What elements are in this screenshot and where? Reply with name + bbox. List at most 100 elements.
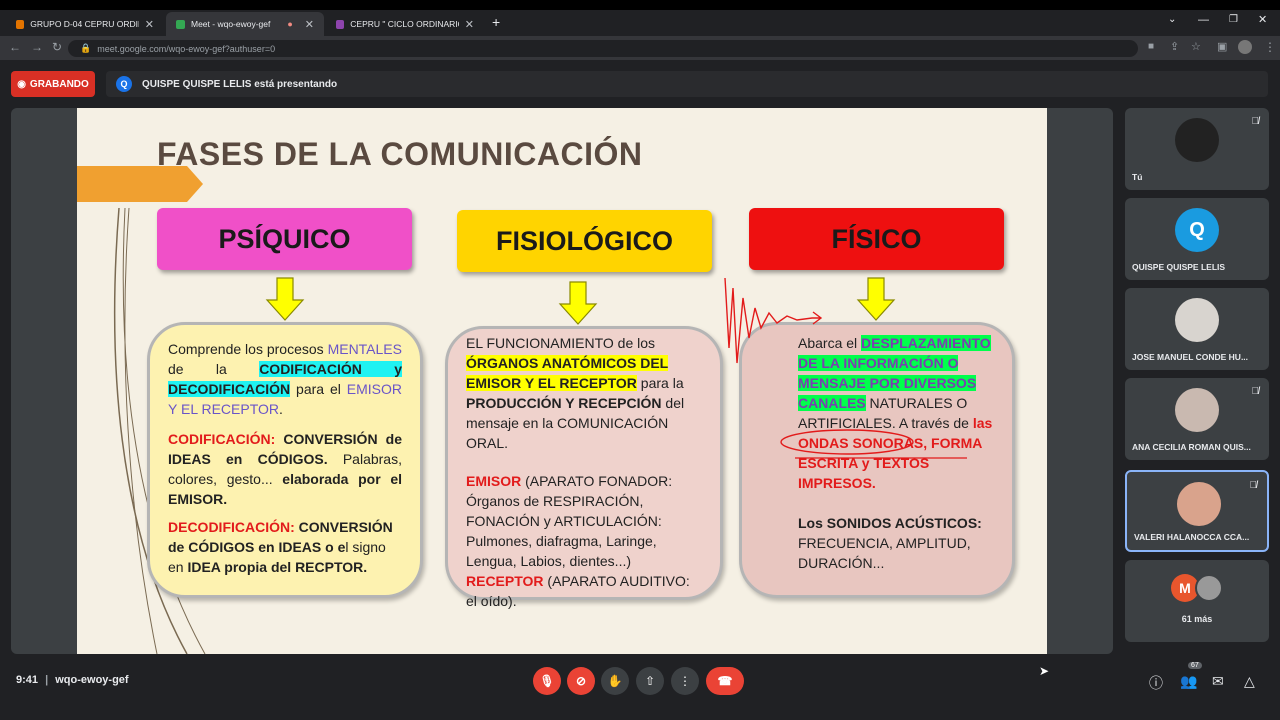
psiquico-card: Comprende los procesos MENTALES de la CO… bbox=[147, 322, 423, 598]
participant-name: VALERI HALANOCCA CCA... bbox=[1134, 532, 1250, 542]
share-icon[interactable]: ⇪ bbox=[1170, 40, 1179, 53]
meeting-info-icon[interactable]: ⓘ bbox=[1149, 673, 1163, 693]
mic-off-icon: 🎙̸ bbox=[1251, 386, 1260, 397]
activities-icon[interactable]: △ bbox=[1244, 673, 1255, 690]
fisiologico-box: FISIOLÓGICO bbox=[457, 210, 712, 272]
forward-icon[interactable]: → bbox=[31, 40, 43, 54]
browser-menu-icon[interactable]: ⋮ bbox=[1264, 40, 1276, 54]
profile-avatar[interactable] bbox=[1238, 40, 1252, 54]
close-tab-icon[interactable]: ✕ bbox=[465, 18, 474, 31]
psiquico-paragraph-2: CODIFICACIÓN: CONVERSIÓN de IDEAS en CÓD… bbox=[168, 429, 402, 509]
meeting-code: wqo-ewoy-gef bbox=[55, 674, 129, 686]
box-label: PSÍQUICO bbox=[218, 223, 351, 254]
participant-name: JOSE MANUEL CONDE HU... bbox=[1132, 352, 1249, 362]
back-icon[interactable]: ← bbox=[9, 40, 21, 54]
meeting-time: 9:41 | wqo-ewoy-gef bbox=[16, 674, 129, 686]
participant-tile-more[interactable]: M 61 más bbox=[1125, 560, 1269, 642]
text: para la bbox=[636, 375, 684, 391]
time: 9:41 bbox=[16, 674, 39, 686]
participant-tile[interactable]: Q QUISPE QUISPE LELIS bbox=[1125, 198, 1269, 280]
down-arrow-icon bbox=[856, 277, 896, 321]
avatar bbox=[1175, 298, 1219, 342]
chat-icon[interactable]: ✉ bbox=[1212, 673, 1224, 690]
participant-tile-self[interactable]: 🎙̸ Tú bbox=[1125, 108, 1269, 190]
mic-off-icon: 🎙̸ bbox=[1249, 480, 1258, 491]
participant-name: QUISPE QUISPE LELIS bbox=[1132, 262, 1226, 272]
participant-count-badge: 67 bbox=[1188, 662, 1202, 669]
psiquico-box: PSÍQUICO bbox=[157, 208, 412, 270]
text: de la bbox=[168, 361, 260, 377]
fisico-box: FÍSICO bbox=[749, 208, 1004, 270]
recording-indicator: ◉ GRABANDO bbox=[11, 71, 95, 97]
text: Comprende los procesos bbox=[168, 341, 328, 357]
text: . bbox=[279, 401, 283, 417]
down-arrow-icon bbox=[265, 277, 305, 321]
recording-label: GRABANDO bbox=[29, 78, 89, 90]
side-panel-icon[interactable]: ▣ bbox=[1217, 40, 1227, 53]
avatar bbox=[1177, 482, 1221, 526]
separator: | bbox=[45, 674, 49, 686]
tab-label: Meet - wqo-ewoy-gef bbox=[191, 19, 271, 29]
participant-name: Tú bbox=[1132, 172, 1143, 182]
mic-off-icon: 🎙̸ bbox=[1251, 116, 1260, 127]
participant-tile[interactable]: 🎙̸ ANA CECILIA ROMAN QUIS... bbox=[1125, 378, 1269, 460]
reload-icon[interactable]: ↻ bbox=[52, 40, 62, 54]
browser-tab-2[interactable]: Meet - wqo-ewoy-gef ● ✕ bbox=[166, 12, 324, 36]
url-field[interactable]: 🔒 meet.google.com/wqo-ewoy-gef?authuser=… bbox=[68, 40, 1138, 57]
presenting-text: QUISPE QUISPE LELIS está presentando bbox=[142, 78, 338, 90]
tab-label: GRUPO D-04 CEPRU ORDINARIO bbox=[30, 19, 139, 29]
presenting-banner: Q QUISPE QUISPE LELIS está presentando bbox=[106, 71, 1268, 97]
more-options-button[interactable]: ⋮ bbox=[671, 667, 699, 695]
browser-tab-3[interactable]: CEPRU " CICLO ORDINARIO 2023 ✕ bbox=[326, 12, 484, 36]
text: IDEA propia del RECPTOR. bbox=[183, 559, 368, 575]
url-text: meet.google.com/wqo-ewoy-gef?authuser=0 bbox=[97, 43, 276, 54]
box-label: FÍSICO bbox=[831, 223, 922, 254]
text: FRECUENCIA, AMPLITUD, DURACIÓN... bbox=[798, 535, 971, 571]
shared-slide: FASES DE LA COMUNICACIÓN PSÍQUICO FISIOL… bbox=[77, 108, 1047, 654]
participant-tile-pinned[interactable]: 🎙̸ VALERI HALANOCCA CCA... bbox=[1125, 470, 1269, 552]
slide-title: FASES DE LA COMUNICACIÓN bbox=[157, 136, 643, 172]
fisiologico-paragraph-3: RECEPTOR (APARATO AUDITIVO: el oído). bbox=[466, 571, 702, 611]
text: RECEPTOR bbox=[466, 573, 544, 589]
camera-off-button[interactable]: ⊘ bbox=[567, 667, 595, 695]
fisiologico-paragraph-1: EL FUNCIONAMIENTO de los ÓRGANOS ANATÓMI… bbox=[466, 333, 702, 453]
close-tab-icon[interactable]: ✕ bbox=[305, 18, 314, 31]
avatar bbox=[1175, 388, 1219, 432]
avatar bbox=[1195, 574, 1223, 602]
bookmark-star-icon[interactable]: ☆ bbox=[1191, 40, 1201, 53]
tab-favicon-icon bbox=[336, 19, 345, 29]
text: CODIFICACIÓN: bbox=[168, 431, 276, 447]
present-button[interactable]: ⇧ bbox=[636, 667, 664, 695]
new-tab-icon[interactable]: + bbox=[492, 14, 500, 30]
meet-favicon-icon bbox=[176, 19, 185, 29]
tab-favicon-icon bbox=[16, 19, 25, 29]
psiquico-paragraph-3: DECODIFICACIÓN: CONVERSIÓN de CÓDIGOS en… bbox=[168, 517, 402, 577]
camera-status-icon[interactable]: ■ bbox=[1148, 41, 1154, 52]
text: para el bbox=[290, 381, 347, 397]
box-label: FISIOLÓGICO bbox=[495, 225, 673, 256]
recording-dot-icon: ● bbox=[287, 19, 293, 29]
more-participants-label: 61 más bbox=[1181, 614, 1213, 624]
mouse-cursor-icon: ➤ bbox=[1039, 664, 1050, 678]
pen-annotation bbox=[724, 277, 823, 364]
record-icon: ◉ bbox=[17, 78, 26, 90]
people-icon[interactable]: 👥 bbox=[1180, 673, 1197, 690]
raise-hand-button[interactable]: ✋ bbox=[601, 667, 629, 695]
tab-search-icon[interactable]: ⌄ bbox=[1168, 14, 1176, 25]
lock-icon: 🔒 bbox=[80, 43, 92, 53]
pen-annotation bbox=[780, 429, 967, 459]
participant-tile[interactable]: JOSE MANUEL CONDE HU... bbox=[1125, 288, 1269, 370]
text: EMISOR bbox=[466, 473, 522, 489]
mic-off-button[interactable]: 🎙 bbox=[533, 667, 561, 695]
fisiologico-paragraph-2: EMISOR (APARATO FONADOR: Órganos de RESP… bbox=[466, 471, 702, 571]
restore-icon[interactable]: ❐ bbox=[1229, 14, 1238, 25]
close-window-icon[interactable]: ✕ bbox=[1258, 13, 1267, 26]
leave-call-button[interactable]: ☎ bbox=[706, 667, 744, 695]
fisico-paragraph-2: Los SONIDOS ACÚSTICOS: FRECUENCIA, AMPLI… bbox=[798, 513, 994, 573]
text: PRODUCCIÓN Y RECEPCIÓN bbox=[466, 395, 662, 411]
close-tab-icon[interactable]: ✕ bbox=[145, 18, 154, 31]
down-arrow-icon bbox=[558, 281, 598, 325]
avatar bbox=[1175, 118, 1219, 162]
browser-tab-1[interactable]: GRUPO D-04 CEPRU ORDINARIO ✕ bbox=[6, 12, 164, 36]
minimize-icon[interactable]: — bbox=[1198, 14, 1209, 26]
